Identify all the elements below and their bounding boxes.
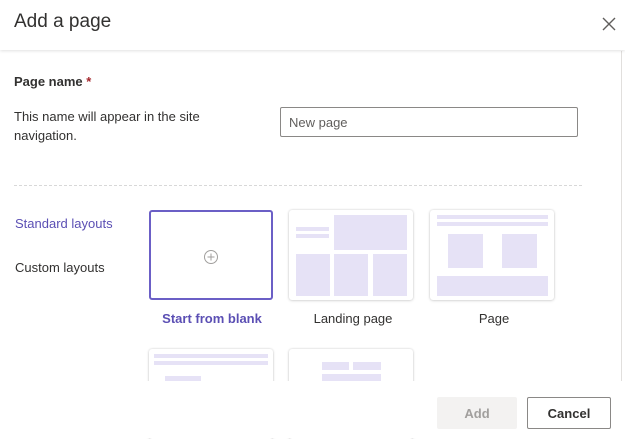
close-button[interactable] [598,13,620,35]
layout-tile-page[interactable] [430,210,554,300]
page-name-label: Page name * [14,74,91,89]
page-name-description: This name will appear in the site naviga… [14,109,200,143]
plus-circle-icon [204,250,218,264]
dialog-title: Add a page [14,11,112,32]
layout-thumb-block [502,234,537,268]
layout-thumb-block [154,361,268,365]
cancel-button[interactable]: Cancel [527,397,611,429]
nav-standard-layouts[interactable]: Standard layouts [15,216,113,231]
layout-thumb-block [334,254,368,296]
required-marker: * [86,74,92,89]
layout-thumb-block [448,234,483,268]
layout-tile-landing-page[interactable] [289,210,413,300]
layout-thumb-block [296,254,330,296]
close-icon [602,17,616,31]
layout-label-start-from-blank[interactable]: Start from blank [142,311,282,326]
layout-thumb-block [437,215,548,219]
layout-thumb-block [373,254,407,296]
layout-label-page[interactable]: Page [424,311,564,326]
layout-thumb-block [322,362,349,370]
layout-thumb-block [334,215,407,250]
layout-label-landing-page[interactable]: Landing page [283,311,423,326]
add-button[interactable]: Add [437,397,517,429]
layout-thumb-block [296,234,329,238]
layout-thumb-block [437,222,548,226]
layout-thumb-block [437,276,548,296]
scrollbar[interactable] [621,51,622,381]
nav-custom-layouts[interactable]: Custom layouts [15,260,105,275]
page-name-label-text: Page name [14,74,83,89]
layout-thumb-block [154,354,268,358]
layout-tile-start-from-blank[interactable] [149,210,273,300]
section-divider [14,185,582,186]
dialog-header: Add a page [0,0,625,50]
layout-thumb-block [296,227,329,231]
page-name-input[interactable] [280,107,578,137]
layout-thumb-block [353,362,381,370]
